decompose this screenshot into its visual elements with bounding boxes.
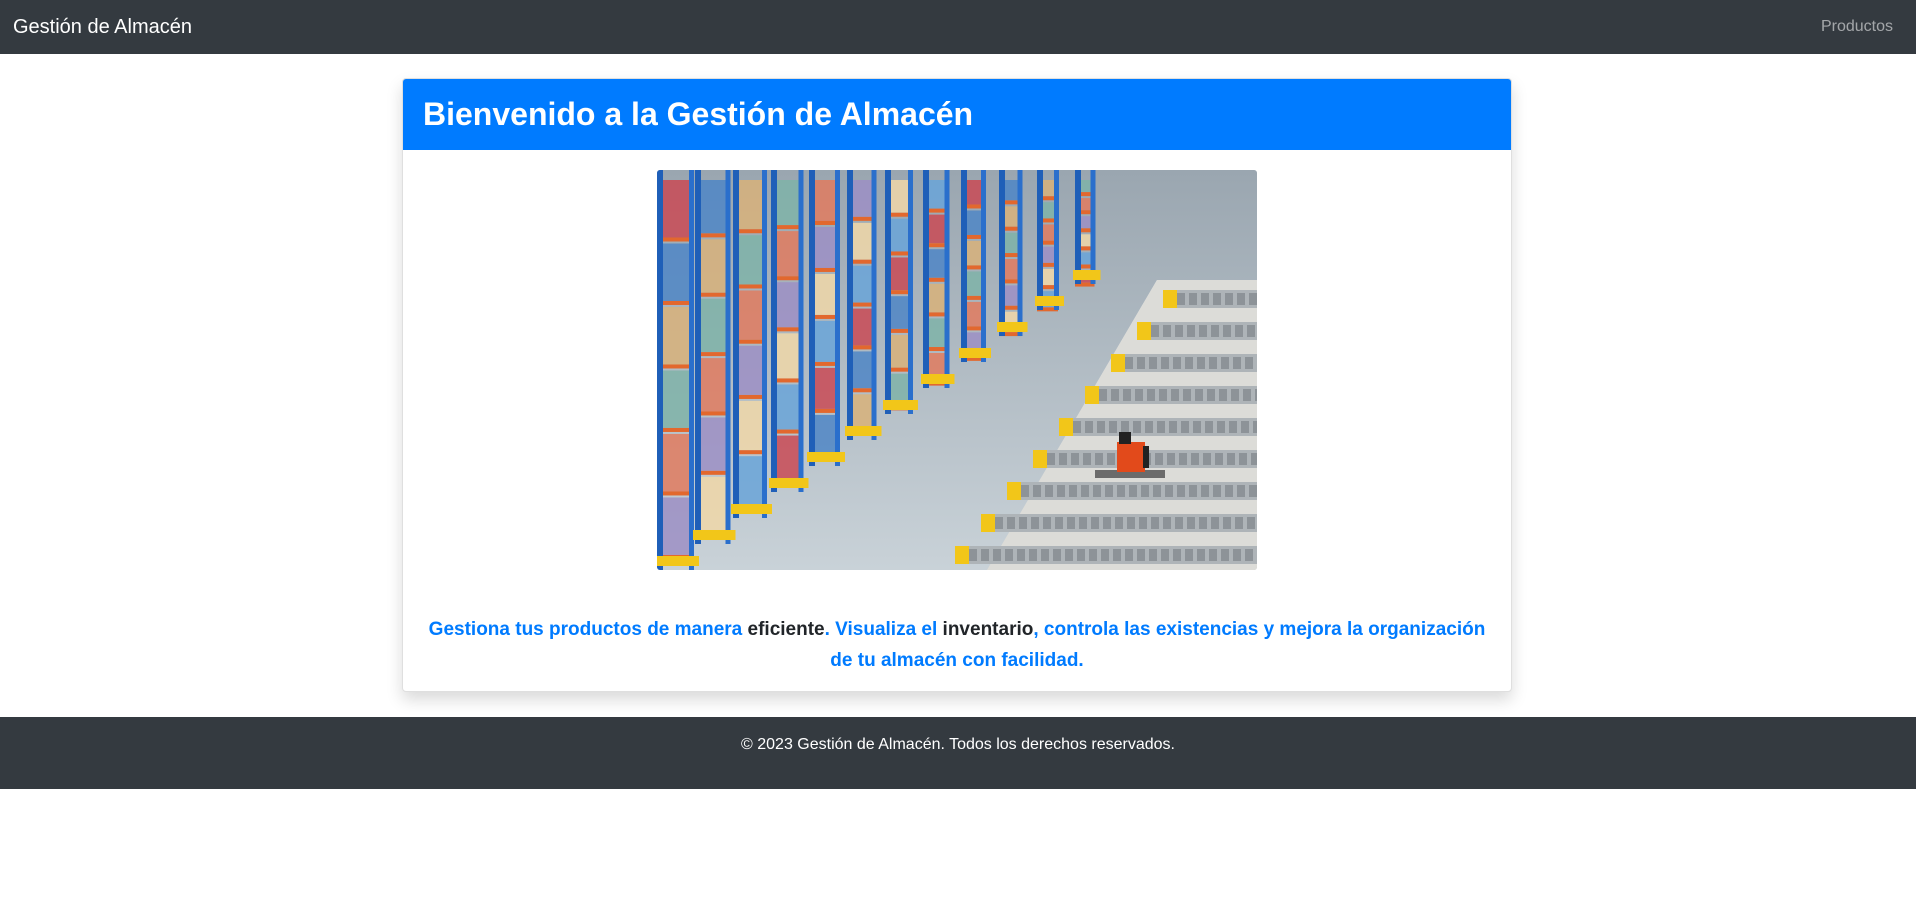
welcome-card: Bienvenido a la Gestión de Almacén Gesti…: [402, 78, 1512, 692]
nav-link-productos[interactable]: Productos: [1821, 0, 1893, 54]
card-description: Gestiona tus productos de manera eficien…: [423, 614, 1491, 676]
page-footer: © 2023 Gestión de Almacén. Todos los der…: [0, 717, 1916, 789]
warehouse-illustration: [657, 170, 1257, 570]
description-part-2: . Visualiza el: [824, 619, 943, 640]
description-emphasis-1: eficiente: [747, 619, 825, 640]
page-title: Bienvenido a la Gestión de Almacén: [423, 96, 974, 132]
brand-link[interactable]: Gestión de Almacén: [13, 0, 192, 54]
description-emphasis-2: inventario: [942, 619, 1034, 640]
footer-copyright: © 2023 Gestión de Almacén. Todos los der…: [741, 736, 1175, 753]
card-header: Bienvenido a la Gestión de Almacén: [403, 79, 1511, 150]
description-part-1: Gestiona tus productos de manera: [428, 619, 748, 640]
top-navbar: Gestión de Almacén Productos: [0, 0, 1916, 54]
warehouse-image: [657, 170, 1257, 570]
